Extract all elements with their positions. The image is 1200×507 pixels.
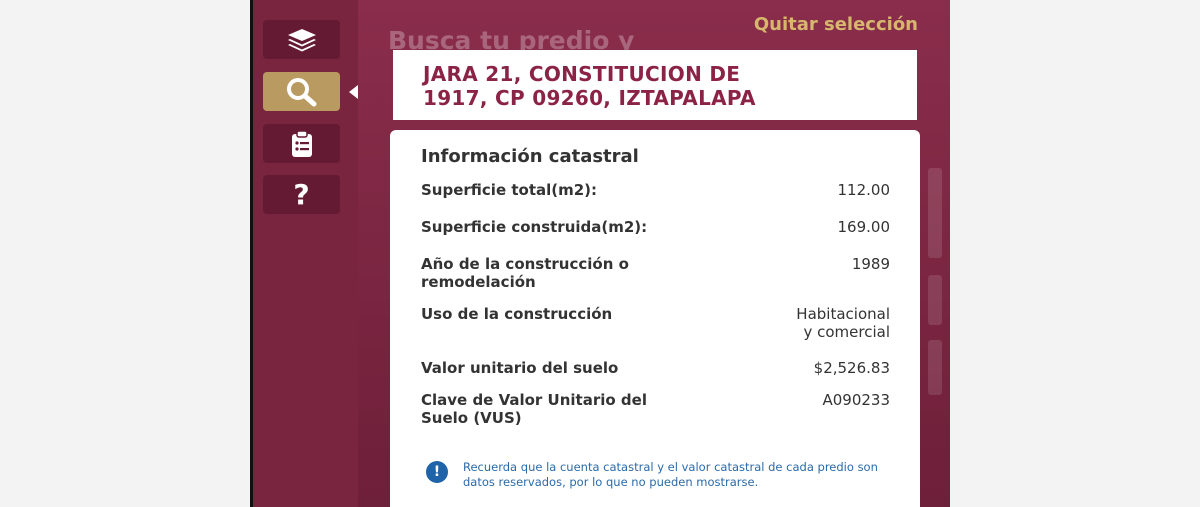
info-value: 112.00 [837,181,891,199]
address-line: JARA 21, CONSTITUCION DE [423,62,741,86]
info-row: Superficie construida(m2): 169.00 [421,218,890,236]
info-value-line: Habitacional [796,305,890,323]
background-strip [928,275,942,325]
address-line: 1917, CP 09260, IZTAPALAPA [423,86,756,110]
info-label: Valor unitario del suelo [421,359,619,377]
background-strip [928,168,942,258]
layers-button[interactable] [263,20,340,59]
info-value: 169.00 [837,218,891,236]
info-value-line: y comercial [803,323,890,341]
info-label-line: remodelación [421,273,536,291]
info-row: Año de la construcción o remodelación 19… [421,255,890,291]
info-button[interactable] [263,124,340,163]
info-title: Información catastral [421,146,639,167]
help-icon: ? [293,178,310,211]
info-row: Valor unitario del suelo $2,526.83 [421,359,890,377]
info-label-line: Año de la construcción o [421,255,629,273]
info-value: Habitacional y comercial [722,305,890,341]
privacy-notice: ! Recuerda que la cuenta catastral y el … [426,460,886,490]
address-box: JARA 21, CONSTITUCION DE 1917, CP 09260,… [393,50,917,120]
info-row: Superficie total(m2): 112.00 [421,181,890,199]
info-value: A090233 [822,391,890,409]
clear-selection-link[interactable]: Quitar selección [754,14,918,35]
info-row: Uso de la construcción Habitacional y co… [421,305,890,341]
clipboard-icon [289,129,315,158]
info-label-line: Clave de Valor Unitario del [421,391,647,409]
info-label: Clave de Valor Unitario del Suelo (VUS) [421,391,722,427]
info-alert-icon: ! [426,461,448,483]
info-value: $2,526.83 [813,359,890,377]
info-label: Superficie total(m2): [421,181,598,199]
info-row: Clave de Valor Unitario del Suelo (VUS) … [421,391,890,427]
search-button[interactable] [263,72,340,111]
sidebar: ? [253,0,358,507]
notice-text: Recuerda que la cuenta catastral y el va… [463,460,878,489]
background-strip [928,340,942,395]
main-panel: Busca tu predio y Quitar selección JARA … [358,0,950,507]
cadastral-info-card: Información catastral Superficie total(m… [390,130,920,507]
layers-icon [286,27,318,53]
active-pointer-icon [349,85,358,99]
search-icon [285,77,319,107]
info-label: Superficie construida(m2): [421,218,648,236]
app-screen: ? Busca tu predio y Quitar selección JAR… [250,0,950,507]
info-label: Uso de la construcción [421,305,613,323]
info-value: 1989 [851,255,890,273]
help-button[interactable]: ? [263,175,340,214]
info-label-line: Suelo (VUS) [421,409,522,427]
info-label: Año de la construcción o remodelación [421,255,722,291]
